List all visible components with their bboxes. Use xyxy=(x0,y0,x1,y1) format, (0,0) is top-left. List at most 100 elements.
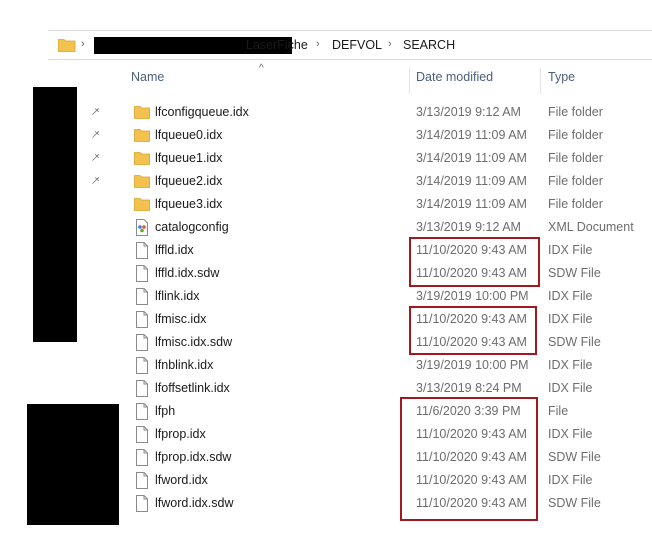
file-icon xyxy=(134,495,150,515)
file-name[interactable]: lfqueue1.idx xyxy=(155,151,222,165)
file-row[interactable]: lfconfigqueue.idx 3/13/2019 9:12 AM File f… xyxy=(0,101,652,124)
file-type: IDX File xyxy=(548,312,593,326)
file-icon xyxy=(134,472,150,492)
breadcrumb-defvol[interactable]: DEFVOL xyxy=(332,38,382,52)
file-icon xyxy=(134,288,150,308)
file-icon xyxy=(134,403,150,423)
file-type: IDX File xyxy=(548,381,593,395)
file-type: IDX File xyxy=(548,427,593,441)
file-type: File folder xyxy=(548,105,603,119)
file-row[interactable]: lfqueue0.idx 3/14/2019 11:09 AM File folde… xyxy=(0,124,652,147)
file-row[interactable]: lfprop.idx.sdw 11/10/2020 9:43 AM SDW File xyxy=(0,446,652,469)
file-name[interactable]: lfconfigqueue.idx xyxy=(155,105,249,119)
file-name[interactable]: lfword.idx xyxy=(155,473,208,487)
file-name[interactable]: lfoffsetlink.idx xyxy=(155,381,230,395)
file-date-modified: 3/14/2019 11:09 AM xyxy=(416,151,527,165)
file-name[interactable]: lffld.idx.sdw xyxy=(155,266,219,280)
file-name[interactable]: lfprop.idx.sdw xyxy=(155,450,231,464)
file-row[interactable]: lfmisc.idx.sdw 11/10/2020 9:43 AM SDW File xyxy=(0,331,652,354)
chevron-right-icon[interactable]: › xyxy=(81,38,85,50)
file-row[interactable]: lfnblink.idx 3/19/2019 10:00 PM IDX File xyxy=(0,354,652,377)
sort-ascending-icon: ^ xyxy=(259,63,264,74)
file-date-modified: 3/14/2019 11:09 AM xyxy=(416,128,527,142)
file-name[interactable]: lfmisc.idx.sdw xyxy=(155,335,232,349)
file-icon xyxy=(134,426,150,446)
file-type: File folder xyxy=(548,151,603,165)
file-row[interactable]: lffld.idx 11/10/2020 9:43 AM IDX File xyxy=(0,239,652,262)
column-header-type[interactable]: Type xyxy=(548,70,575,92)
file-icon xyxy=(134,449,150,469)
breadcrumb-search[interactable]: SEARCH xyxy=(403,38,455,52)
file-icon xyxy=(134,311,150,331)
highlight-box xyxy=(400,397,538,521)
file-type: SDW File xyxy=(548,335,601,349)
file-icon xyxy=(134,242,150,262)
file-name[interactable]: catalogconfig xyxy=(155,220,229,234)
pin-icon: † xyxy=(88,151,102,165)
file-row[interactable]: catalogconfig 3/13/2019 9:12 AM XML Docume… xyxy=(0,216,652,239)
file-name[interactable]: lfmisc.idx xyxy=(155,312,206,326)
file-icon xyxy=(134,265,150,285)
file-row[interactable]: lfqueue1.idx 3/14/2019 11:09 AM File folde… xyxy=(0,147,652,170)
file-type: File folder xyxy=(548,128,603,142)
folder-icon xyxy=(134,196,150,215)
column-header-date-modified[interactable]: Date modified xyxy=(416,70,493,92)
file-name[interactable]: lfqueue3.idx xyxy=(155,197,222,211)
file-type: IDX File xyxy=(548,358,593,372)
file-name[interactable]: lfqueue2.idx xyxy=(155,174,222,188)
xml-file-icon xyxy=(134,219,150,239)
file-name[interactable]: lflink.idx xyxy=(155,289,199,303)
folder-icon xyxy=(134,104,150,123)
file-row[interactable]: lfoffsetlink.idx 3/13/2019 8:24 PM IDX Fil… xyxy=(0,377,652,400)
file-date-modified: 3/13/2019 9:12 AM xyxy=(416,220,521,234)
file-icon xyxy=(134,357,150,377)
file-type: File xyxy=(548,404,569,418)
file-type: SDW File xyxy=(548,450,601,464)
file-date-modified: 3/14/2019 11:09 AM xyxy=(416,174,527,188)
file-type: IDX File xyxy=(548,473,593,487)
file-icon xyxy=(134,380,150,400)
column-header-name[interactable]: Name xyxy=(131,70,164,92)
breadcrumb-laserfiche[interactable]: LaserFiche xyxy=(246,38,308,52)
file-name[interactable]: lffld.idx xyxy=(155,243,194,257)
file-name[interactable]: lfph xyxy=(155,404,175,418)
highlight-box xyxy=(409,306,537,355)
file-date-modified: 3/13/2019 9:12 AM xyxy=(416,105,521,119)
file-date-modified: 3/14/2019 11:09 AM xyxy=(416,197,527,211)
file-type: XML Document xyxy=(548,220,634,234)
folder-icon xyxy=(134,150,150,169)
file-row[interactable]: lfword.idx.sdw 11/10/2020 9:43 AM SDW File xyxy=(0,492,652,515)
file-icon xyxy=(134,334,150,354)
file-date-modified: 3/19/2019 10:00 PM xyxy=(416,289,529,303)
column-divider[interactable] xyxy=(540,68,541,94)
file-name[interactable]: lfprop.idx xyxy=(155,427,206,441)
file-date-modified: 3/13/2019 8:24 PM xyxy=(416,381,522,395)
file-name[interactable]: lfnblink.idx xyxy=(155,358,213,372)
file-type: SDW File xyxy=(548,496,601,510)
folder-icon xyxy=(134,127,150,146)
file-type: IDX File xyxy=(548,289,593,303)
file-row[interactable]: lfword.idx 11/10/2020 9:43 AM IDX File xyxy=(0,469,652,492)
file-row[interactable]: lfqueue2.idx 3/14/2019 11:09 AM File folde… xyxy=(0,170,652,193)
file-type: File folder xyxy=(548,197,603,211)
file-type: File folder xyxy=(548,174,603,188)
chevron-right-icon[interactable]: › xyxy=(388,38,392,50)
file-row[interactable]: lfprop.idx 11/10/2020 9:43 AM IDX File xyxy=(0,423,652,446)
address-bar[interactable]: › LaserFiche › DEFVOL › SEARCH xyxy=(48,30,652,60)
chevron-right-icon[interactable]: › xyxy=(316,38,320,50)
column-divider[interactable] xyxy=(409,68,410,94)
pin-icon: † xyxy=(88,174,102,188)
pin-icon: † xyxy=(88,128,102,142)
folder-icon xyxy=(57,38,76,55)
file-row[interactable]: lffld.idx.sdw 11/10/2020 9:43 AM SDW File xyxy=(0,262,652,285)
file-type: IDX File xyxy=(548,243,593,257)
file-type: SDW File xyxy=(548,266,601,280)
file-row[interactable]: lfmisc.idx 11/10/2020 9:43 AM IDX File xyxy=(0,308,652,331)
file-row[interactable]: lfph 11/6/2020 3:39 PM File xyxy=(0,400,652,423)
highlight-box xyxy=(409,237,540,287)
file-name[interactable]: lfqueue0.idx xyxy=(155,128,222,142)
file-name[interactable]: lfword.idx.sdw xyxy=(155,496,234,510)
pin-icon: † xyxy=(88,105,102,119)
file-row[interactable]: lflink.idx 3/19/2019 10:00 PM IDX File xyxy=(0,285,652,308)
file-row[interactable]: lfqueue3.idx 3/14/2019 11:09 AM File folde… xyxy=(0,193,652,216)
